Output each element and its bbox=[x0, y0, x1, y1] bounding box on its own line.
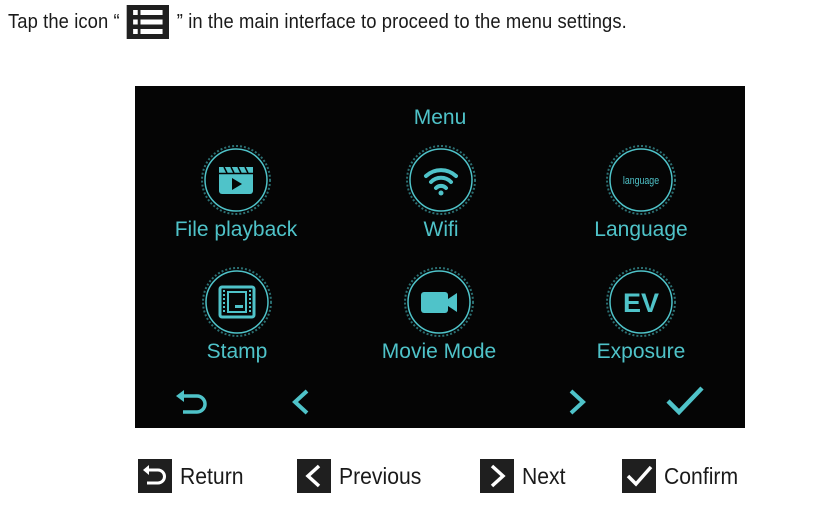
legend-label: Return bbox=[180, 462, 244, 489]
chevron-right-icon bbox=[569, 389, 586, 415]
confirm-button[interactable] bbox=[663, 383, 707, 419]
film-play-icon bbox=[200, 144, 272, 216]
menu-item-exposure[interactable]: EV Exposure bbox=[551, 266, 731, 364]
menu-item-label: Language bbox=[594, 218, 688, 241]
menu-item-file-playback[interactable]: File playback bbox=[146, 144, 326, 242]
instruction-text: Tap the icon “ ” in the main interface t… bbox=[8, 4, 627, 40]
legend-next: Next bbox=[480, 457, 569, 495]
checkmark-icon bbox=[666, 386, 704, 416]
menu-item-label: Movie Mode bbox=[381, 340, 497, 363]
wifi-icon bbox=[405, 144, 477, 216]
menu-item-label: Exposure bbox=[596, 340, 686, 363]
legend-label: Next bbox=[522, 462, 566, 489]
return-button[interactable] bbox=[171, 386, 215, 422]
chevron-left-icon bbox=[297, 459, 331, 493]
next-button[interactable] bbox=[557, 386, 601, 422]
exposure-icon-text: EV bbox=[623, 288, 659, 318]
device-screen: Menu File playback Wifi language Languag… bbox=[135, 86, 745, 428]
legend-return: Return bbox=[138, 457, 249, 495]
legend-label: Previous bbox=[339, 462, 422, 489]
menu-item-language[interactable]: language Language bbox=[551, 144, 731, 242]
language-icon: language bbox=[605, 144, 677, 216]
legend-label: Confirm bbox=[664, 462, 739, 489]
stamp-frame-icon bbox=[201, 266, 273, 338]
instruction-before: Tap the icon “ bbox=[8, 10, 120, 33]
menu-item-wifi[interactable]: Wifi bbox=[351, 144, 531, 242]
checkmark-icon bbox=[622, 459, 656, 493]
chevron-left-icon bbox=[292, 389, 309, 415]
menu-item-label: Stamp bbox=[206, 340, 268, 363]
instruction-after: ” in the main interface to proceed to th… bbox=[176, 10, 627, 33]
menu-item-stamp[interactable]: Stamp bbox=[147, 266, 327, 364]
list-menu-icon bbox=[127, 5, 170, 39]
menu-item-label: Wifi bbox=[423, 218, 459, 241]
return-arrow-icon bbox=[138, 459, 172, 493]
menu-item-movie-mode[interactable]: Movie Mode bbox=[349, 266, 529, 364]
video-camera-icon bbox=[403, 266, 475, 338]
return-arrow-icon bbox=[176, 390, 207, 414]
language-icon-text: language bbox=[623, 175, 660, 187]
menu-item-label: File playback bbox=[174, 218, 298, 241]
legend-confirm: Confirm bbox=[622, 457, 745, 495]
chevron-right-icon bbox=[480, 459, 514, 493]
legend-previous: Previous bbox=[297, 457, 428, 495]
exposure-ev-icon: EV bbox=[605, 266, 677, 338]
previous-button[interactable] bbox=[279, 386, 323, 422]
menu-title: Menu bbox=[413, 106, 467, 129]
